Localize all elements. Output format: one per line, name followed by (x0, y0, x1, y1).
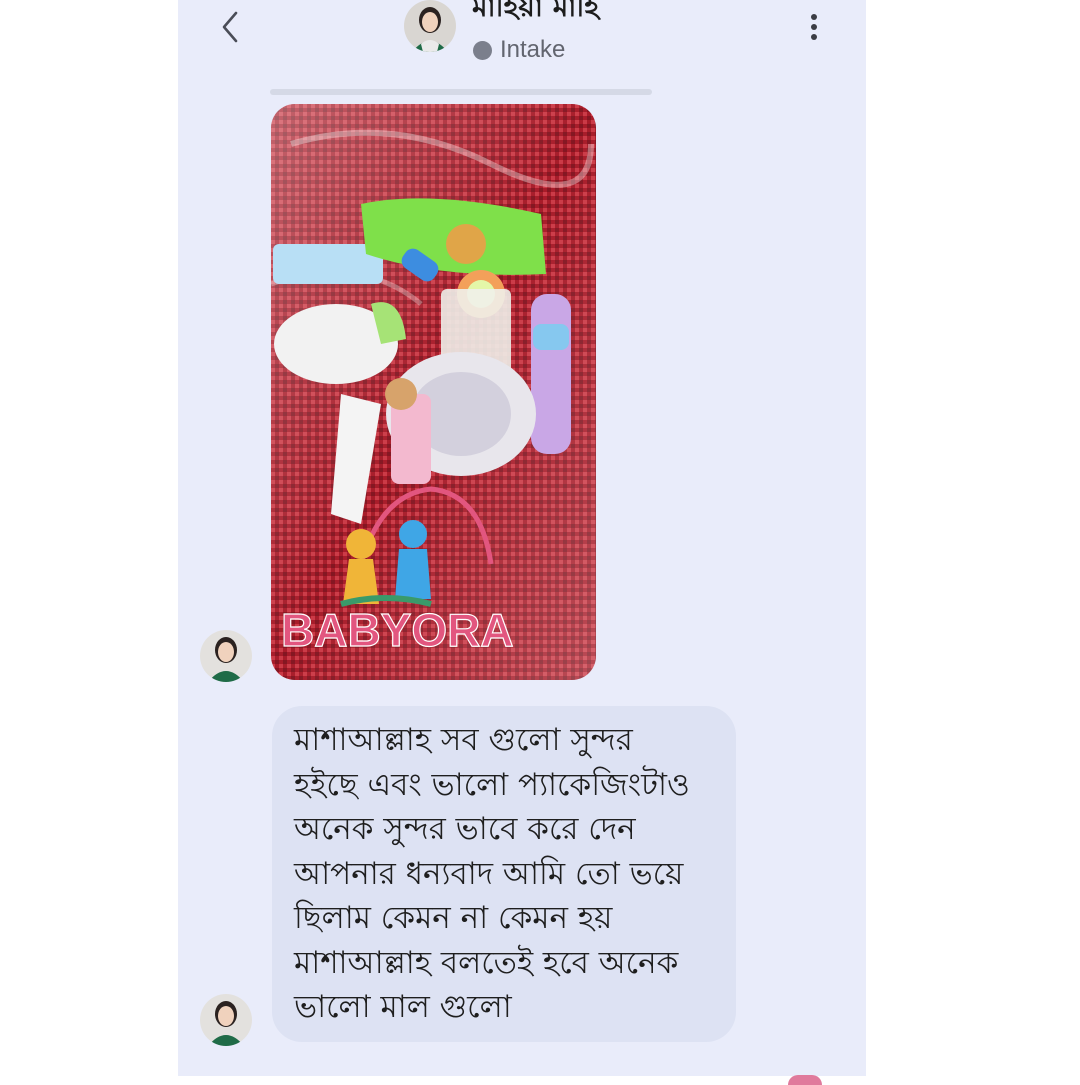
status-label: Intake (500, 36, 566, 63)
message-line: মাশাআল্লাহ সব গুলো সুন্দর (294, 722, 633, 758)
back-button[interactable] (213, 8, 247, 46)
header-divider (270, 89, 652, 95)
contact-avatar[interactable] (404, 0, 456, 52)
message-line: অনেক সুন্দর ভাবে করে দেন (294, 811, 636, 847)
message-line: ছিলাম কেমন না কেমন হয় (294, 900, 613, 936)
babyora-watermark: BABYORA (281, 604, 514, 656)
presence-status: Intake (473, 36, 565, 64)
text-message-bubble[interactable]: মাশাআল্লাহ সব গুলো সুন্দর হইছে এবং ভালো … (272, 706, 736, 1042)
more-vertical-icon (811, 14, 817, 40)
message-line: মাশাআল্লাহ বলতেই হবে অনেক (294, 944, 679, 981)
contact-name[interactable]: মাহিয়া মাহি (472, 0, 599, 24)
chevron-left-icon (222, 11, 238, 43)
sender-avatar[interactable] (200, 630, 252, 682)
product-photo: BABYORA (271, 104, 596, 680)
more-options-button[interactable] (800, 10, 828, 44)
message-line: হইছে এবং ভালো প্যাকেজিংটাও (294, 766, 690, 803)
status-dot-icon (473, 40, 492, 60)
message-line: ভালো মাল গুলো (294, 989, 512, 1025)
image-message[interactable]: BABYORA (271, 104, 596, 680)
message-line: আপনার ধন্যবাদ আমি তো ভয়ে (294, 855, 684, 892)
sender-avatar[interactable] (200, 994, 252, 1046)
overlay-edge (788, 1075, 822, 1085)
